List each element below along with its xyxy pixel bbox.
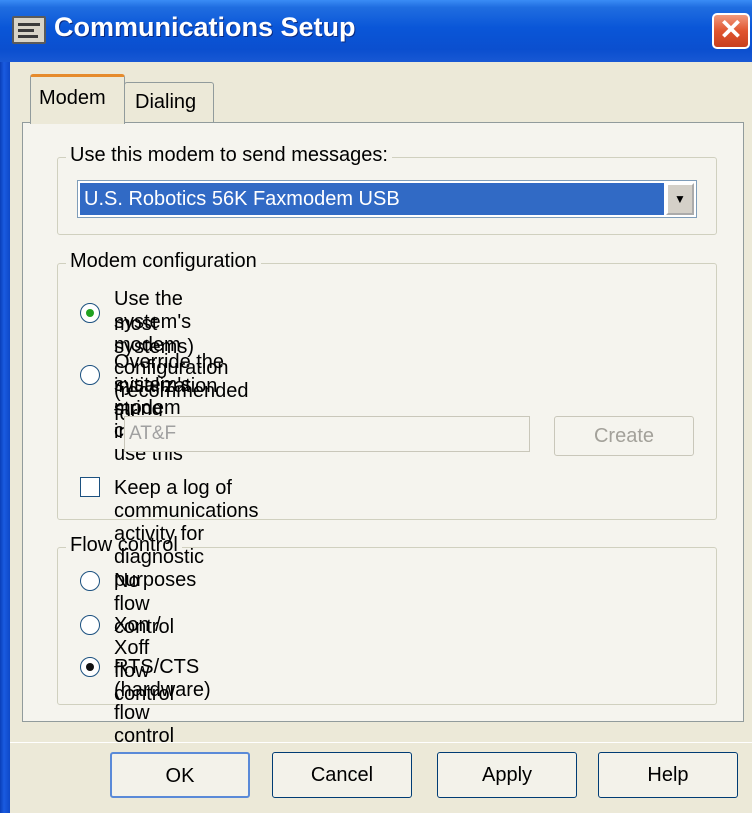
radio-override-config[interactable]	[80, 365, 100, 385]
selected-modem[interactable]: U.S. Robotics 56K Faxmodem USB	[80, 183, 664, 215]
init-string-field: AT&F	[124, 416, 530, 452]
create-button: Create	[554, 416, 694, 456]
window-border	[0, 62, 10, 813]
modem-select-group-title: Use this modem to send messages:	[66, 144, 392, 167]
radio-no-flow-control[interactable]	[80, 571, 100, 591]
tab-dialing[interactable]: Dialing	[124, 82, 214, 122]
tab-modem[interactable]: Modem	[30, 74, 125, 124]
radio-system-config[interactable]	[80, 303, 100, 323]
radio-rts-cts-label[interactable]: RTS/CTS (hardware) flow control	[114, 656, 211, 748]
dropdown-arrow-icon[interactable]: ▼	[666, 183, 694, 215]
apply-button[interactable]: Apply	[437, 752, 577, 798]
ok-button[interactable]: OK	[110, 752, 250, 798]
log-activity-checkbox[interactable]	[80, 477, 100, 497]
cancel-button[interactable]: Cancel	[272, 752, 412, 798]
tab-dialing-label: Dialing	[135, 91, 197, 113]
radio-rts-cts[interactable]	[80, 657, 100, 677]
help-button[interactable]: Help	[598, 752, 738, 798]
title-bar[interactable]: Communications Setup ✕	[0, 0, 752, 62]
modem-icon	[12, 16, 46, 44]
communications-setup-dialog: Communications Setup ✕ Modem Dialing Use…	[0, 0, 752, 813]
modem-config-group-title: Modem configuration	[66, 250, 261, 273]
window-title: Communications Setup	[54, 12, 356, 42]
tab-modem-label: Modem	[39, 87, 106, 109]
close-button[interactable]: ✕	[712, 13, 750, 49]
radio-xon-xoff[interactable]	[80, 615, 100, 635]
modem-select[interactable]: U.S. Robotics 56K Faxmodem USB ▼	[77, 180, 697, 218]
